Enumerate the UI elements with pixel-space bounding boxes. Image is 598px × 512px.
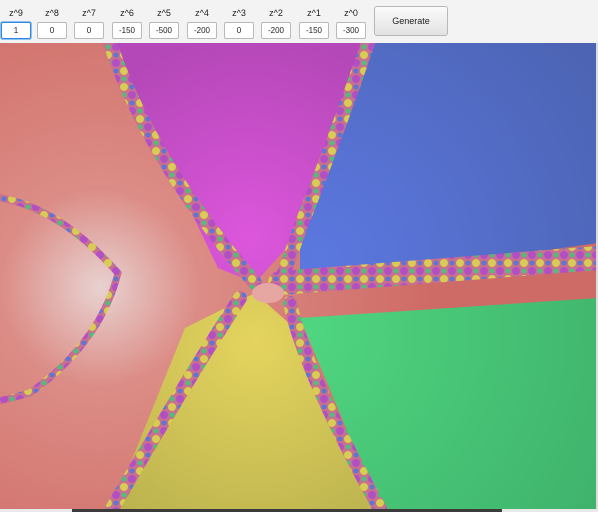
- coef-z8-label: z^8: [45, 8, 59, 18]
- coef-z4: z^4: [186, 8, 218, 39]
- coef-z4-input[interactable]: [187, 22, 217, 39]
- coef-z7-input[interactable]: [74, 22, 104, 39]
- coef-z8-input[interactable]: [37, 22, 67, 39]
- coef-z9: z^9: [0, 8, 32, 39]
- fractal-center: [252, 283, 284, 303]
- coef-z0-input[interactable]: [336, 22, 366, 39]
- coef-z9-input[interactable]: [1, 22, 31, 39]
- coef-z6-label: z^6: [120, 8, 134, 18]
- coef-z0: z^0: [335, 8, 367, 39]
- coef-z3: z^3: [223, 8, 255, 39]
- coef-z2-label: z^2: [269, 8, 283, 18]
- generate-button[interactable]: Generate: [374, 6, 448, 36]
- coef-z6: z^6: [111, 8, 143, 39]
- coef-z1-label: z^1: [307, 8, 321, 18]
- coef-z5-input[interactable]: [149, 22, 179, 39]
- coef-z7-label: z^7: [82, 8, 96, 18]
- coef-z2: z^2: [260, 8, 292, 39]
- coef-z3-input[interactable]: [224, 22, 254, 39]
- coef-z7: z^7: [73, 8, 105, 39]
- coef-z1-input[interactable]: [299, 22, 329, 39]
- fractal-canvas: [0, 43, 598, 509]
- coef-z9-label: z^9: [9, 8, 23, 18]
- coef-z5-label: z^5: [157, 8, 171, 18]
- coef-z5: z^5: [148, 8, 180, 39]
- coef-z0-label: z^0: [344, 8, 358, 18]
- coef-z8: z^8: [36, 8, 68, 39]
- coef-z3-label: z^3: [232, 8, 246, 18]
- coef-z1: z^1: [298, 8, 330, 39]
- coef-z2-input[interactable]: [261, 22, 291, 39]
- toolbar: z^9 z^8 z^7 z^6 z^5 z^4 z^3 z^2 z^1 z^0 …: [0, 0, 598, 43]
- coef-z6-input[interactable]: [112, 22, 142, 39]
- coef-z4-label: z^4: [195, 8, 209, 18]
